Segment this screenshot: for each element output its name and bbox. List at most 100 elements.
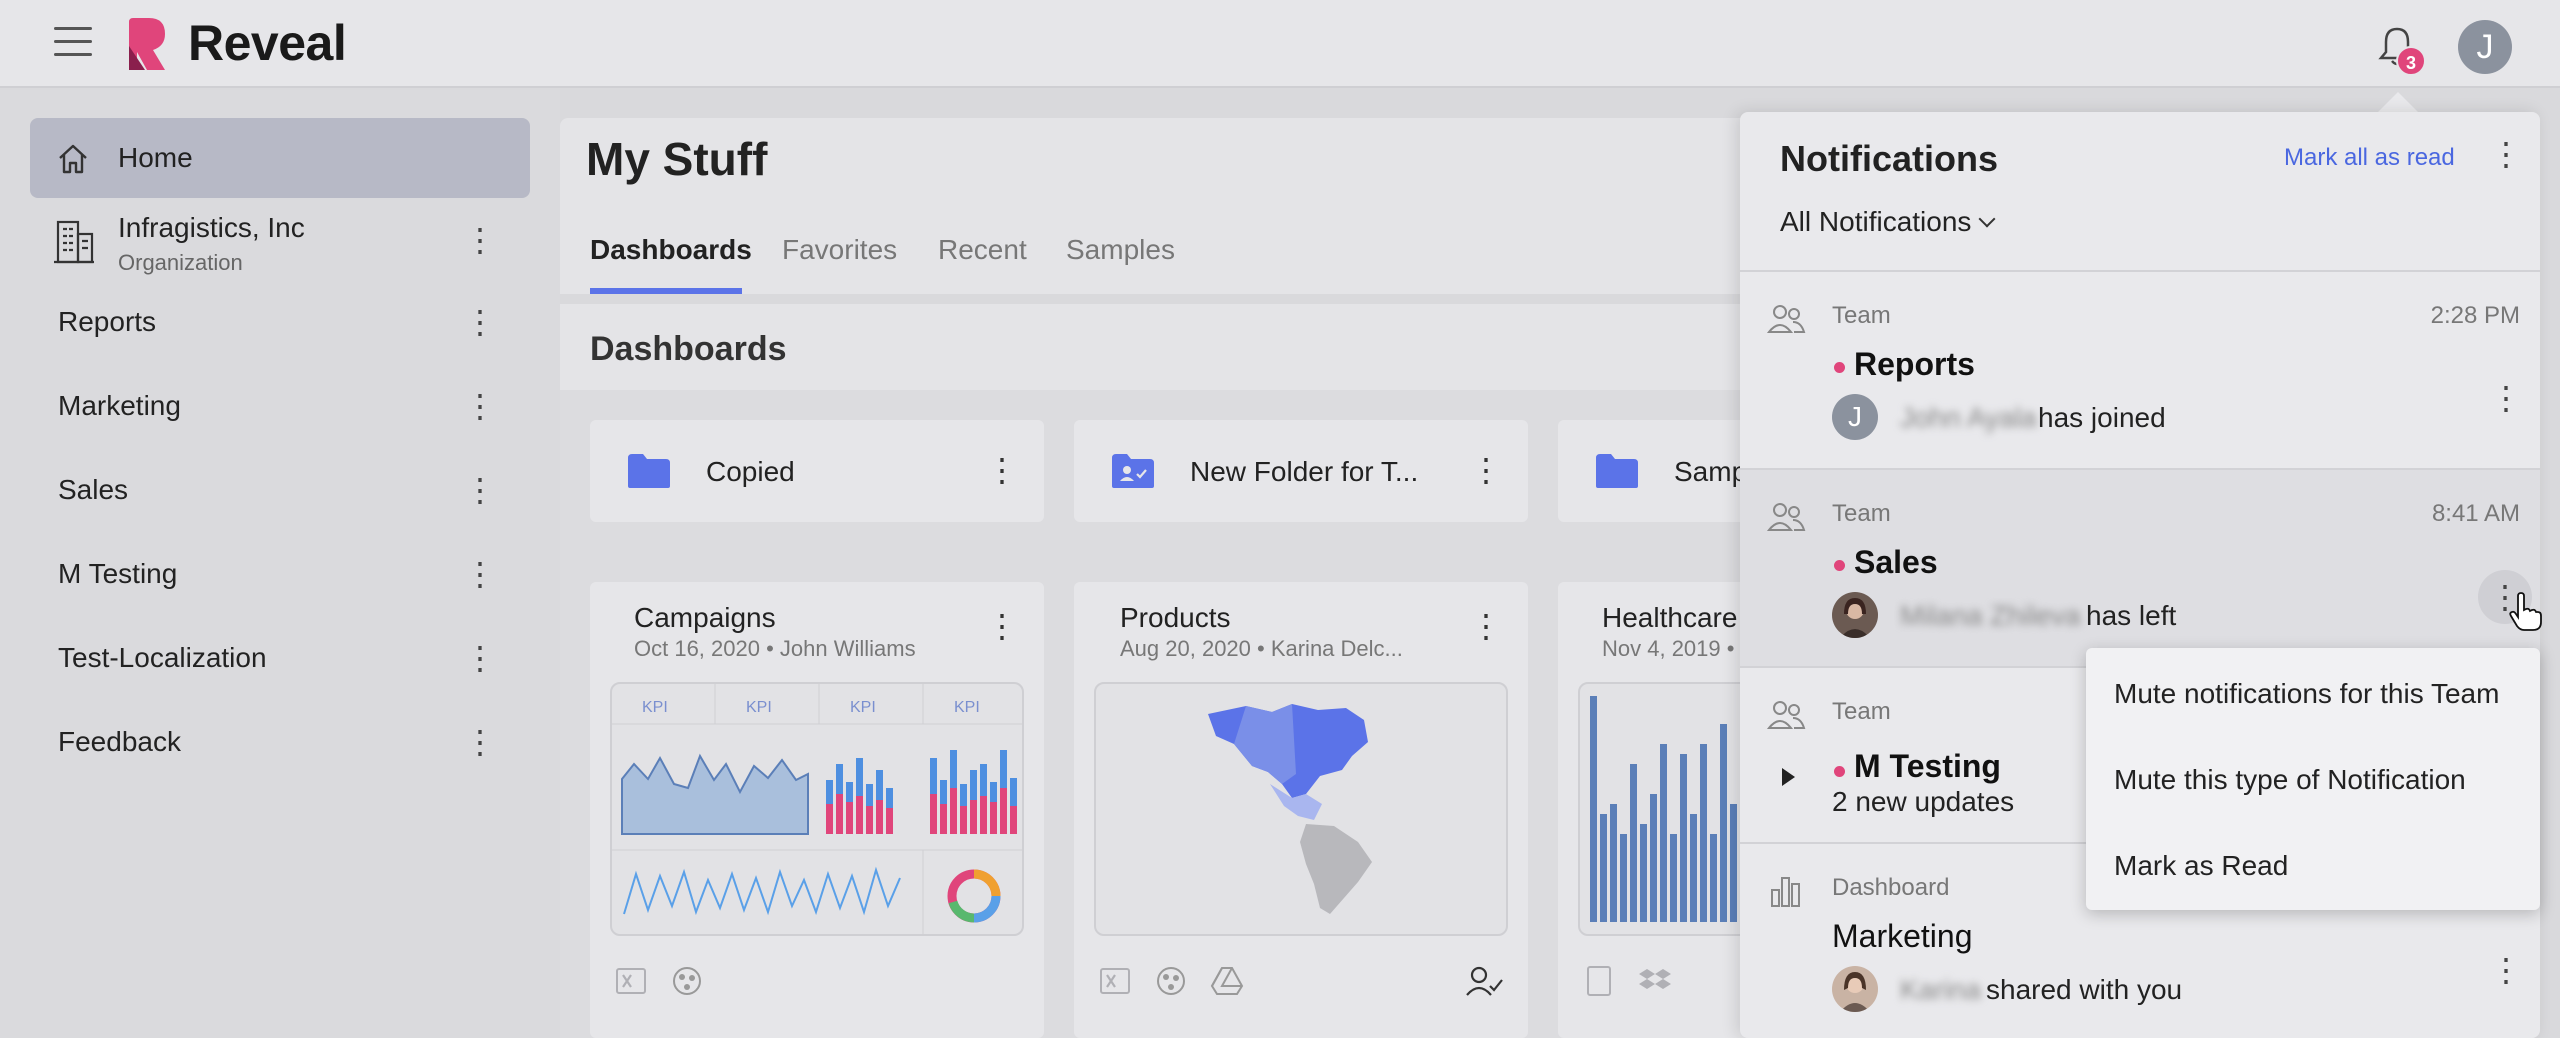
folder-card[interactable]: Copied ⋮: [590, 420, 1044, 522]
page-title: My Stuff: [586, 133, 768, 185]
sidebar-item-label: Test-Localization: [58, 642, 267, 673]
dashboard-title: Healthcare: [1602, 602, 1738, 633]
sidebar-item-organization[interactable]: Infragistics, Inc Organization ⋮: [30, 200, 530, 280]
notification-action: has left: [2086, 600, 2177, 631]
mark-as-read-menu-item[interactable]: Mark as Read: [2086, 822, 2540, 910]
shared-user-icon: [1466, 966, 1503, 996]
notifications-title: Notifications: [1780, 138, 1999, 179]
sidebar-item-label: Home: [118, 142, 193, 173]
folder-card[interactable]: New Folder for T... ⋮: [1074, 420, 1528, 522]
sidebar-item-label: Marketing: [58, 390, 181, 421]
dashboard-card[interactable]: Healthcare Nov 4, 2019 •: [1558, 582, 1758, 1038]
unread-indicator: [1834, 560, 1845, 571]
folder-card[interactable]: Samp: [1558, 420, 1748, 522]
more-options-icon[interactable]: ⋮: [1470, 450, 1502, 490]
dashboard-thumbnail: KPI KPI KPI KPI: [610, 682, 1024, 936]
tab-samples[interactable]: Samples: [1066, 234, 1175, 266]
notification-category: Dashboard: [1832, 874, 1950, 901]
notification-context-menu: Mute notifications for this Team Mute th…: [2086, 648, 2540, 910]
more-options-icon[interactable]: ⋮: [464, 220, 496, 260]
notification-item[interactable]: Team 8:41 AM Sales Milana Zhileva has le…: [1740, 470, 2540, 666]
more-options-icon[interactable]: ⋮: [986, 606, 1018, 646]
filter-label: All Notifications: [1780, 206, 1972, 237]
more-options-icon[interactable]: ⋮: [464, 470, 496, 510]
sidebar-item-feedback[interactable]: Feedback ⋮: [30, 702, 530, 782]
notification-time: 2:28 PM: [2430, 302, 2520, 329]
tab-recent[interactable]: Recent: [938, 234, 1027, 266]
analytics-source-icon: [1157, 967, 1185, 995]
notification-subject: Sales: [1854, 544, 1938, 580]
dashboard-icon: [1771, 877, 1800, 907]
team-icon: [1766, 503, 1806, 531]
shared-folder-icon: [1112, 454, 1154, 488]
more-options-icon[interactable]: ⋮: [464, 386, 496, 426]
dashboard-meta: Nov 4, 2019 •: [1602, 636, 1735, 661]
notification-filter-dropdown[interactable]: All Notifications: [1780, 206, 1996, 238]
reveal-logo-icon: [129, 18, 165, 70]
sidebar-item-reports[interactable]: Reports ⋮: [30, 282, 530, 362]
more-options-icon[interactable]: ⋮: [464, 722, 496, 762]
sidebar-item-label: Feedback: [58, 726, 181, 757]
dashboard-meta: Aug 20, 2020 • Karina Delc...: [1120, 636, 1403, 661]
excel-icon: [1100, 968, 1130, 994]
sidebar-item-sales[interactable]: Sales ⋮: [30, 450, 530, 530]
dashboard-thumbnail: [1094, 682, 1508, 936]
excel-icon: [616, 968, 646, 994]
building-icon: [54, 220, 94, 264]
kpi-label: KPI: [746, 699, 772, 716]
more-options-icon[interactable]: ⋮: [464, 302, 496, 342]
hamburger-menu-icon[interactable]: [54, 27, 92, 59]
sidebar-item-m-testing[interactable]: M Testing ⋮: [30, 534, 530, 614]
more-options-icon[interactable]: ⋮: [2490, 134, 2522, 174]
panel-pointer: [2378, 92, 2418, 112]
unread-indicator: [1834, 766, 1845, 777]
active-tab-indicator: [590, 288, 742, 294]
more-options-icon[interactable]: ⋮: [464, 638, 496, 678]
dashboard-card[interactable]: Products Aug 20, 2020 • Karina Delc... ⋮: [1074, 582, 1528, 1038]
expand-arrow-icon[interactable]: [1782, 768, 1795, 786]
section-title: Dashboards: [590, 330, 787, 368]
more-options-icon[interactable]: ⋮: [986, 450, 1018, 490]
dashboard-card[interactable]: Campaigns Oct 16, 2020 • John Williams ⋮…: [590, 582, 1044, 1038]
more-options-icon[interactable]: ⋮: [2490, 378, 2522, 418]
tab-dashboards[interactable]: Dashboards: [590, 234, 752, 266]
mute-team-menu-item[interactable]: Mute notifications for this Team: [2086, 650, 2540, 738]
dashboard-title: Products: [1120, 602, 1231, 633]
notification-item[interactable]: Team 2:28 PM Reports J John Ayala has jo…: [1740, 272, 2540, 468]
mute-type-menu-item[interactable]: Mute this type of Notification: [2086, 736, 2540, 824]
more-options-icon[interactable]: ⋮: [464, 554, 496, 594]
home-icon: [59, 144, 87, 174]
sidebar-item-marketing[interactable]: Marketing ⋮: [30, 366, 530, 446]
user-avatar[interactable]: J: [2458, 20, 2512, 74]
more-options-icon[interactable]: ⋮: [1470, 606, 1502, 646]
brand-name: Reveal: [188, 15, 347, 71]
hand-cursor-icon: [2509, 592, 2542, 631]
csv-icon: [1587, 966, 1611, 996]
avatar: J: [1832, 394, 1878, 440]
sidebar-item-test-localization[interactable]: Test-Localization ⋮: [30, 618, 530, 698]
kpi-label: KPI: [642, 699, 668, 716]
dashboard-meta: Oct 16, 2020 • John Williams: [634, 636, 916, 661]
google-drive-icon: [1210, 967, 1244, 995]
mark-all-read-link[interactable]: Mark all as read: [2284, 144, 2455, 172]
folder-label: Samp: [1674, 456, 1748, 487]
tab-favorites[interactable]: Favorites: [782, 234, 897, 266]
notification-category: Team: [1832, 500, 1891, 527]
notification-category: Team: [1832, 302, 1891, 329]
notification-subject: M Testing: [1854, 748, 2001, 784]
dropbox-icon: [1639, 969, 1671, 989]
notification-action: shared with you: [1986, 974, 2183, 1005]
actor-name: Milana Zhileva: [1900, 600, 2081, 631]
organization-sublabel: Organization: [118, 250, 243, 275]
organization-name: Infragistics, Inc: [118, 212, 305, 243]
more-options-icon[interactable]: ⋮: [2490, 950, 2522, 990]
dashboard-thumbnail: [1578, 682, 1758, 936]
sidebar-item-home[interactable]: Home: [30, 118, 530, 198]
team-icon: [1766, 701, 1806, 729]
folder-label: Copied: [706, 456, 795, 487]
notification-subject: Marketing: [1832, 918, 1973, 954]
notification-count-badge: 3: [2396, 46, 2426, 76]
chevron-down-icon: [1978, 210, 1996, 228]
notification-category: Team: [1832, 698, 1891, 725]
notification-subject: Reports: [1854, 346, 1975, 382]
